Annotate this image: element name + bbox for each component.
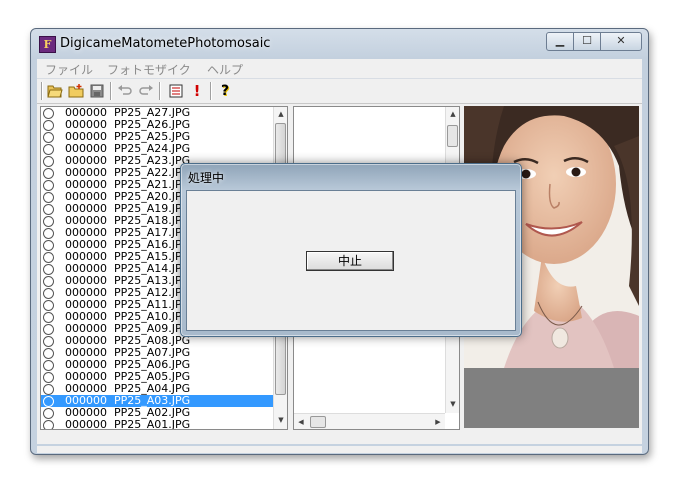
scroll-left-arrow-icon[interactable]: ◀ xyxy=(294,415,308,429)
redo-button[interactable] xyxy=(137,82,155,100)
maximize-button[interactable]: ☐ xyxy=(573,32,601,51)
preview-horizontal-thumb[interactable] xyxy=(310,416,326,428)
new-folder-button[interactable] xyxy=(67,82,85,100)
radio-circle-icon[interactable] xyxy=(43,168,54,179)
radio-circle-icon[interactable] xyxy=(43,336,54,347)
file-list-row[interactable]: 000000 PP25_A01.JPG xyxy=(41,418,273,430)
dialog-title: 処理中 xyxy=(188,171,225,185)
minimize-button[interactable]: ▁ xyxy=(546,32,574,51)
scroll-down-arrow-icon[interactable]: ▼ xyxy=(446,397,459,411)
open-folder-button[interactable] xyxy=(46,82,64,100)
redo-icon xyxy=(139,85,153,95)
undo-icon xyxy=(118,85,132,95)
processing-dialog: 処理中 中止 xyxy=(180,163,522,337)
close-button[interactable]: ✕ xyxy=(600,32,642,51)
radio-circle-icon[interactable] xyxy=(43,228,54,239)
radio-circle-icon[interactable] xyxy=(43,156,54,167)
save-icon xyxy=(90,84,104,98)
radio-circle-icon[interactable] xyxy=(43,120,54,131)
list-button[interactable] xyxy=(167,82,185,100)
menu-file[interactable]: ファイル xyxy=(45,61,93,78)
exclamation-button[interactable]: ! xyxy=(188,82,206,100)
radio-circle-icon[interactable] xyxy=(43,300,54,311)
dialog-body: 中止 xyxy=(186,190,516,331)
scroll-up-arrow-icon[interactable]: ▲ xyxy=(274,107,287,121)
radio-circle-icon[interactable] xyxy=(43,372,54,383)
radio-circle-icon[interactable] xyxy=(43,252,54,263)
menu-photomosaic[interactable]: フォトモザイク xyxy=(107,61,191,78)
toolbar-separator xyxy=(210,82,212,100)
title-bar[interactable]: F DigicameMatometePhotomosaic ▁ ☐ ✕ xyxy=(31,29,648,59)
toolbar-separator xyxy=(159,82,161,100)
radio-circle-icon[interactable] xyxy=(43,132,54,143)
scroll-up-arrow-icon[interactable]: ▲ xyxy=(446,107,459,121)
maximize-icon: ☐ xyxy=(582,34,592,47)
minimize-icon: ▁ xyxy=(555,34,565,47)
radio-circle-icon[interactable] xyxy=(43,264,54,275)
radio-circle-icon[interactable] xyxy=(43,384,54,395)
close-icon: ✕ xyxy=(616,34,626,47)
toolbar: ! ? xyxy=(37,79,642,104)
app-icon: F xyxy=(39,36,56,53)
scroll-right-arrow-icon[interactable]: ▶ xyxy=(431,415,445,429)
radio-circle-icon[interactable] xyxy=(43,408,54,419)
file-name: PP25_A01.JPG xyxy=(114,418,191,430)
help-button[interactable]: ? xyxy=(216,82,234,100)
preview-horizontal-scrollbar[interactable]: ◀ ▶ xyxy=(294,413,445,429)
list-icon xyxy=(169,84,183,98)
toolbar-separator xyxy=(41,82,43,100)
cancel-button[interactable]: 中止 xyxy=(306,251,394,271)
help-icon: ? xyxy=(220,83,230,99)
open-folder-icon xyxy=(47,85,63,98)
radio-circle-icon[interactable] xyxy=(43,312,54,323)
radio-circle-icon[interactable] xyxy=(43,180,54,191)
undo-button[interactable] xyxy=(116,82,134,100)
radio-circle-icon[interactable] xyxy=(43,192,54,203)
status-bar xyxy=(37,446,642,453)
radio-circle-icon[interactable] xyxy=(43,348,54,359)
toolbar-separator xyxy=(110,82,112,100)
window-title: DigicameMatometePhotomosaic xyxy=(60,36,271,51)
save-button[interactable] xyxy=(88,82,106,100)
menu-bar: ファイル フォトモザイク ヘルプ xyxy=(37,59,642,79)
file-code: 000000 xyxy=(65,418,107,430)
scroll-down-arrow-icon[interactable]: ▼ xyxy=(274,413,287,427)
radio-circle-icon[interactable] xyxy=(43,240,54,251)
radio-circle-icon[interactable] xyxy=(43,360,54,371)
menu-help[interactable]: ヘルプ xyxy=(207,61,243,78)
radio-circle-icon[interactable] xyxy=(43,144,54,155)
new-folder-icon xyxy=(68,84,84,98)
radio-circle-icon[interactable] xyxy=(43,420,54,429)
radio-circle-icon[interactable] xyxy=(43,276,54,287)
radio-circle-icon[interactable] xyxy=(43,288,54,299)
radio-circle-icon[interactable] xyxy=(43,204,54,215)
radio-circle-icon[interactable] xyxy=(43,396,54,407)
radio-circle-icon[interactable] xyxy=(43,324,54,335)
radio-circle-icon[interactable] xyxy=(43,216,54,227)
preview-vertical-thumb[interactable] xyxy=(447,125,458,147)
radio-circle-icon[interactable] xyxy=(43,108,54,119)
exclamation-icon: ! xyxy=(193,82,201,100)
